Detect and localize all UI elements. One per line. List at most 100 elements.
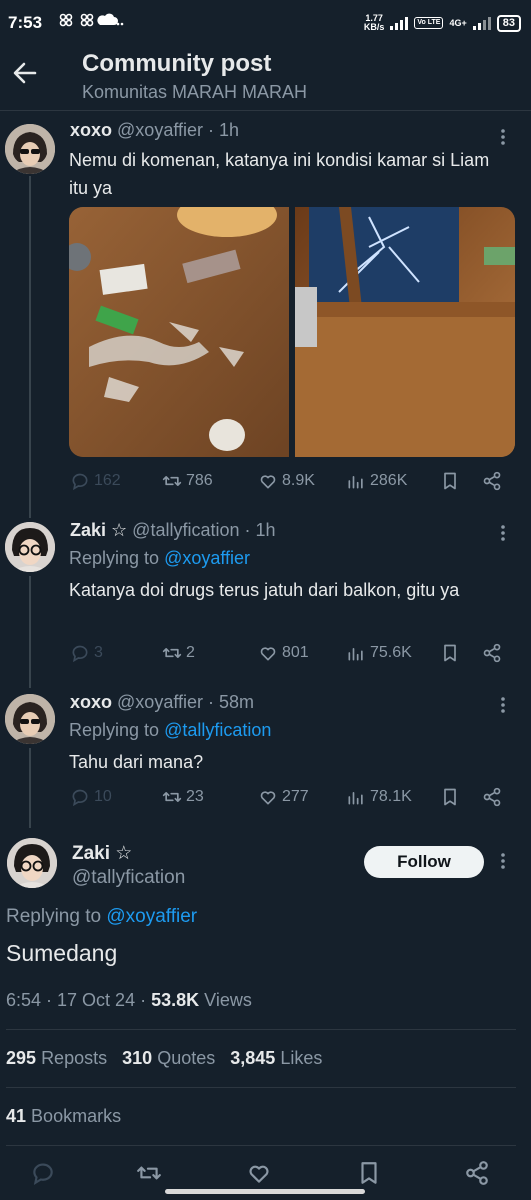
post-timestamp: 6:54 · 17 Oct 24 · [6,990,147,1010]
bookmarks-count: 41 [6,1106,27,1126]
reply-button[interactable]: 10 [70,787,112,807]
bookmarks-stat[interactable]: 41 Bookmarks [6,1106,121,1127]
bookmark-button[interactable] [440,471,460,491]
bookmarks-label: Bookmarks [31,1106,122,1126]
more-button[interactable] [500,696,506,714]
like-button[interactable]: 277 [258,787,309,807]
main-post-author-name[interactable]: Zaki ☆ [72,842,132,865]
stats-divider [6,1145,516,1146]
like-button[interactable]: 8.9K [258,471,315,491]
page-title: Community post [82,50,272,77]
views-button[interactable]: 78.1K [346,787,412,807]
repost-icon [162,476,182,486]
notification-icons [59,13,124,27]
reply-button[interactable] [30,1160,56,1186]
post-actions: 10 23 277 78.1K [70,787,510,815]
more-button[interactable] [500,852,506,870]
post-photos [69,207,515,457]
views-count: 78.1K [370,788,412,805]
views-icon [348,648,363,661]
reply-icon [72,789,88,807]
thread-line [29,576,31,688]
more-button[interactable] [500,524,506,542]
share-button[interactable] [464,1160,490,1186]
likes-stat[interactable]: 3,845 Likes [230,1048,322,1068]
replying-to-link[interactable]: @tallyfication [164,720,271,740]
avatar[interactable] [5,694,55,744]
heart-icon [249,1165,269,1183]
bookmark-icon [444,644,456,662]
quotes-label: Quotes [157,1048,216,1068]
signal-icon [390,16,409,30]
post-text: Tahu dari mana? [69,752,204,772]
heart-icon [260,791,276,805]
post-author[interactable]: Zaki ☆ @tallyfication · 1h [70,520,276,541]
post-time: · 58m [208,692,255,712]
repost-button[interactable]: 786 [162,471,213,491]
repost-button[interactable]: 2 [162,643,195,663]
replying-to: Replying to @xoyaffier [6,906,197,928]
post-meta: 6:54 · 17 Oct 24 · 53.8K Views [6,990,252,1011]
avatar[interactable] [5,522,55,572]
main-post-author-handle[interactable]: @tallyfication [72,867,185,889]
community-name[interactable]: Komunitas MARAH MARAH [82,82,307,103]
avatar[interactable] [5,124,55,174]
home-indicator[interactable] [165,1189,365,1194]
like-button[interactable]: 801 [258,643,309,663]
replying-label: Replying to [69,548,160,568]
volte-badge: Vo LTE [414,17,444,29]
post-author[interactable]: xoxo @xoyaffier · 1h [70,120,239,141]
share-icon [483,471,501,491]
views-button[interactable]: 75.6K [346,643,412,663]
reply-count: 10 [94,788,112,805]
share-button[interactable] [482,787,502,807]
post-text: Katanya doi drugs terus jatuh dari balko… [69,580,460,600]
network-speed: 1.77 KB/s [364,14,385,32]
repost-button[interactable] [136,1160,162,1186]
reply-button[interactable]: 162 [70,471,121,491]
avatar-image [5,522,55,572]
views-icon [348,476,363,489]
more-button[interactable] [500,128,506,146]
follow-button[interactable]: Follow [364,846,484,878]
page-header: Community post Komunitas MARAH MARAH [0,48,531,110]
replying-to-link[interactable]: @xoyaffier [164,548,250,568]
views-count: 286K [370,472,408,489]
replying-to: Replying to @tallyfication [69,720,271,741]
replying-label: Replying to [69,720,160,740]
share-button[interactable] [482,643,502,663]
back-button[interactable] [10,58,40,88]
bookmark-button[interactable] [440,787,460,807]
replying-to-link[interactable]: @xoyaffier [106,906,197,927]
bookmark-button[interactable] [440,643,460,663]
repost-count: 23 [186,788,204,805]
reposts-stat[interactable]: 295 Reposts [6,1048,107,1068]
reply-icon [72,473,88,491]
views-label: Views [204,990,252,1010]
network-type: 4G+ [449,18,467,28]
quotes-stat[interactable]: 310 Quotes [122,1048,215,1068]
like-button[interactable] [246,1160,272,1186]
share-icon [483,787,501,807]
thread-line [29,748,31,828]
avatar-image [5,124,55,174]
post-media[interactable] [69,207,515,457]
reposts-count: 295 [6,1048,37,1068]
repost-icon [137,1166,161,1180]
author-name: Zaki ☆ [72,843,133,864]
avatar[interactable] [7,838,57,888]
stats-divider [6,1029,516,1030]
share-button[interactable] [482,471,502,491]
reposts-label: Reposts [41,1048,108,1068]
reply-button[interactable]: 3 [70,643,103,663]
views-button[interactable]: 286K [346,471,407,491]
repost-button[interactable]: 23 [162,787,204,807]
share-icon [466,1161,488,1185]
bookmark-button[interactable] [356,1160,382,1186]
status-bar: 7:53 1.77 KB/s Vo LTE 4G+ 83 [0,0,531,48]
more-vertical-icon [501,129,505,145]
post-author[interactable]: xoxo @xoyaffier · 58m [70,692,254,713]
speed-unit: KB/s [363,22,385,32]
views-count: 53.8K [151,990,200,1010]
bookmark-icon [444,788,456,806]
